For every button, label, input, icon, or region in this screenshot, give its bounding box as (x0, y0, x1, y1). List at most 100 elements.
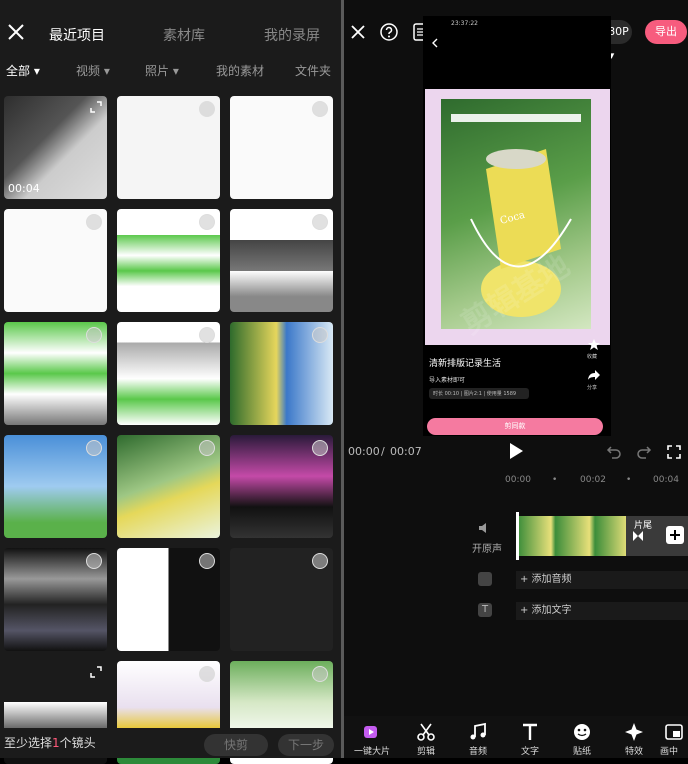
time-current: 00:00 (348, 445, 380, 458)
editor-panel: 1080P ▾ 导出 23:37:22 Coca 清新排版记录生活 导入素材即可… (344, 0, 688, 758)
select-circle-icon[interactable] (86, 327, 102, 343)
speaker-icon[interactable] (478, 522, 492, 534)
select-circle-icon[interactable] (312, 101, 328, 117)
text-track-icon: T (478, 603, 492, 617)
tool-pip[interactable]: 画中 (660, 722, 688, 757)
redo-icon[interactable] (636, 444, 652, 460)
tool-sticker[interactable]: 贴纸 (560, 722, 604, 757)
close-icon[interactable] (6, 22, 26, 42)
tab-library[interactable]: 素材库 (163, 25, 205, 45)
close-icon[interactable] (350, 24, 366, 40)
media-thumb[interactable] (230, 435, 333, 538)
ending-label: 片尾 (634, 521, 653, 531)
select-circle-icon[interactable] (199, 440, 215, 456)
select-circle-icon[interactable] (312, 214, 328, 230)
media-thumb[interactable] (230, 322, 333, 425)
tool-effects[interactable]: 特效 (612, 722, 656, 757)
media-thumb[interactable] (230, 209, 333, 312)
tool-one-click[interactable]: 一键大片 (350, 722, 394, 757)
media-thumb[interactable] (4, 548, 107, 651)
select-circle-icon[interactable] (199, 214, 215, 230)
media-thumb[interactable]: 00:04 (4, 96, 107, 199)
tool-label: 一键大片 (353, 747, 390, 757)
picker-header: 最近项目 素材库 我的录屏 (0, 0, 341, 50)
select-circle-icon[interactable] (86, 553, 102, 569)
quick-cut-button[interactable]: 快剪 (204, 734, 268, 756)
media-thumb[interactable] (117, 548, 220, 651)
filter-bar: 全部 ▾ 视频 ▾ 照片 ▾ 我的素材 文件夹 (0, 62, 341, 84)
transition-icon[interactable] (632, 530, 644, 542)
tab-recent[interactable]: 最近项目 (49, 25, 105, 45)
select-circle-icon[interactable] (86, 214, 102, 230)
select-circle-icon[interactable] (86, 440, 102, 456)
use-template-button: 剪同款 (427, 418, 603, 435)
star-icon (588, 339, 600, 350)
media-thumb[interactable] (4, 209, 107, 312)
back-icon (432, 38, 438, 48)
expand-icon[interactable] (89, 665, 103, 679)
next-button[interactable]: 下一步 (278, 734, 334, 756)
select-circle-icon[interactable] (199, 327, 215, 343)
time-total: 00:07 (390, 445, 422, 458)
tool-label: 画中 (660, 747, 679, 757)
ruler-tick: 00:02 (580, 475, 606, 485)
media-thumb[interactable] (4, 435, 107, 538)
original-sound-label[interactable]: 开原声 (472, 540, 502, 555)
tool-label: 剪辑 (416, 747, 435, 757)
tool-label: 特效 (624, 747, 643, 757)
selection-hint: 至少选择1个镜头 (4, 736, 96, 750)
filter-photo[interactable]: 照片 ▾ (145, 62, 179, 79)
favorite-label: 收藏 (587, 354, 598, 360)
filter-my-assets[interactable]: 我的素材 (216, 62, 264, 79)
select-circle-icon[interactable] (312, 440, 328, 456)
media-thumb[interactable] (4, 322, 107, 425)
video-clip[interactable] (518, 516, 628, 556)
tool-label: 音频 (468, 747, 487, 757)
filter-video[interactable]: 视频 ▾ (76, 62, 110, 79)
pip-icon (665, 724, 683, 740)
select-circle-icon[interactable] (199, 101, 215, 117)
template-subtitle: 导入素材即可 (429, 377, 466, 384)
select-circle-icon[interactable] (199, 553, 215, 569)
media-thumb[interactable] (117, 435, 220, 538)
tool-audio[interactable]: 音频 (456, 722, 500, 757)
tool-cut[interactable]: 剪辑 (404, 722, 448, 757)
scissors-icon (417, 723, 435, 741)
template-info: 清新排版记录生活 导入素材即可 时长 00:10 | 图片2:1 | 使用量 1… (429, 356, 605, 399)
play-icon[interactable] (508, 442, 524, 460)
video-duration: 00:04 (8, 182, 40, 195)
ruler-tick: 00:04 (653, 475, 679, 485)
add-clip-button[interactable] (666, 526, 684, 544)
time-separator: / (381, 445, 385, 458)
tool-label: 文字 (520, 747, 539, 757)
media-thumb[interactable] (117, 209, 220, 312)
help-icon[interactable] (380, 23, 398, 41)
add-audio-track[interactable]: + 添加音频 (516, 571, 688, 589)
tool-text[interactable]: 文字 (508, 722, 552, 757)
ruler-dot: • (626, 475, 632, 485)
select-circle-icon[interactable] (312, 666, 328, 682)
media-thumb[interactable] (230, 548, 333, 651)
ending-clip[interactable]: 片尾 (626, 516, 688, 556)
add-text-track[interactable]: + 添加文字 (516, 602, 688, 620)
select-circle-icon[interactable] (199, 666, 215, 682)
playhead[interactable] (516, 512, 519, 560)
sticker-icon (574, 724, 590, 740)
media-thumb[interactable] (230, 96, 333, 199)
media-thumb[interactable] (117, 96, 220, 199)
template-meta: 时长 00:10 | 图片2:1 | 使用量 1589 (429, 388, 529, 399)
export-button[interactable]: 导出 (645, 20, 687, 44)
media-picker-panel: 最近项目 素材库 我的录屏 全部 ▾ 视频 ▾ 照片 ▾ 我的素材 文件夹 00… (0, 0, 341, 764)
expand-icon[interactable] (89, 100, 103, 114)
music-note-icon (470, 722, 486, 740)
effects-star-icon (625, 723, 643, 741)
select-circle-icon[interactable] (312, 327, 328, 343)
tab-recordings[interactable]: 我的录屏 (264, 25, 320, 45)
media-thumb[interactable] (117, 322, 220, 425)
filter-folder[interactable]: 文件夹 (295, 62, 331, 79)
fullscreen-icon[interactable] (666, 444, 682, 460)
select-circle-icon[interactable] (312, 553, 328, 569)
undo-icon[interactable] (606, 444, 622, 460)
filter-all[interactable]: 全部 ▾ (6, 62, 40, 79)
preview-status-time: 23:37:22 (451, 20, 478, 27)
